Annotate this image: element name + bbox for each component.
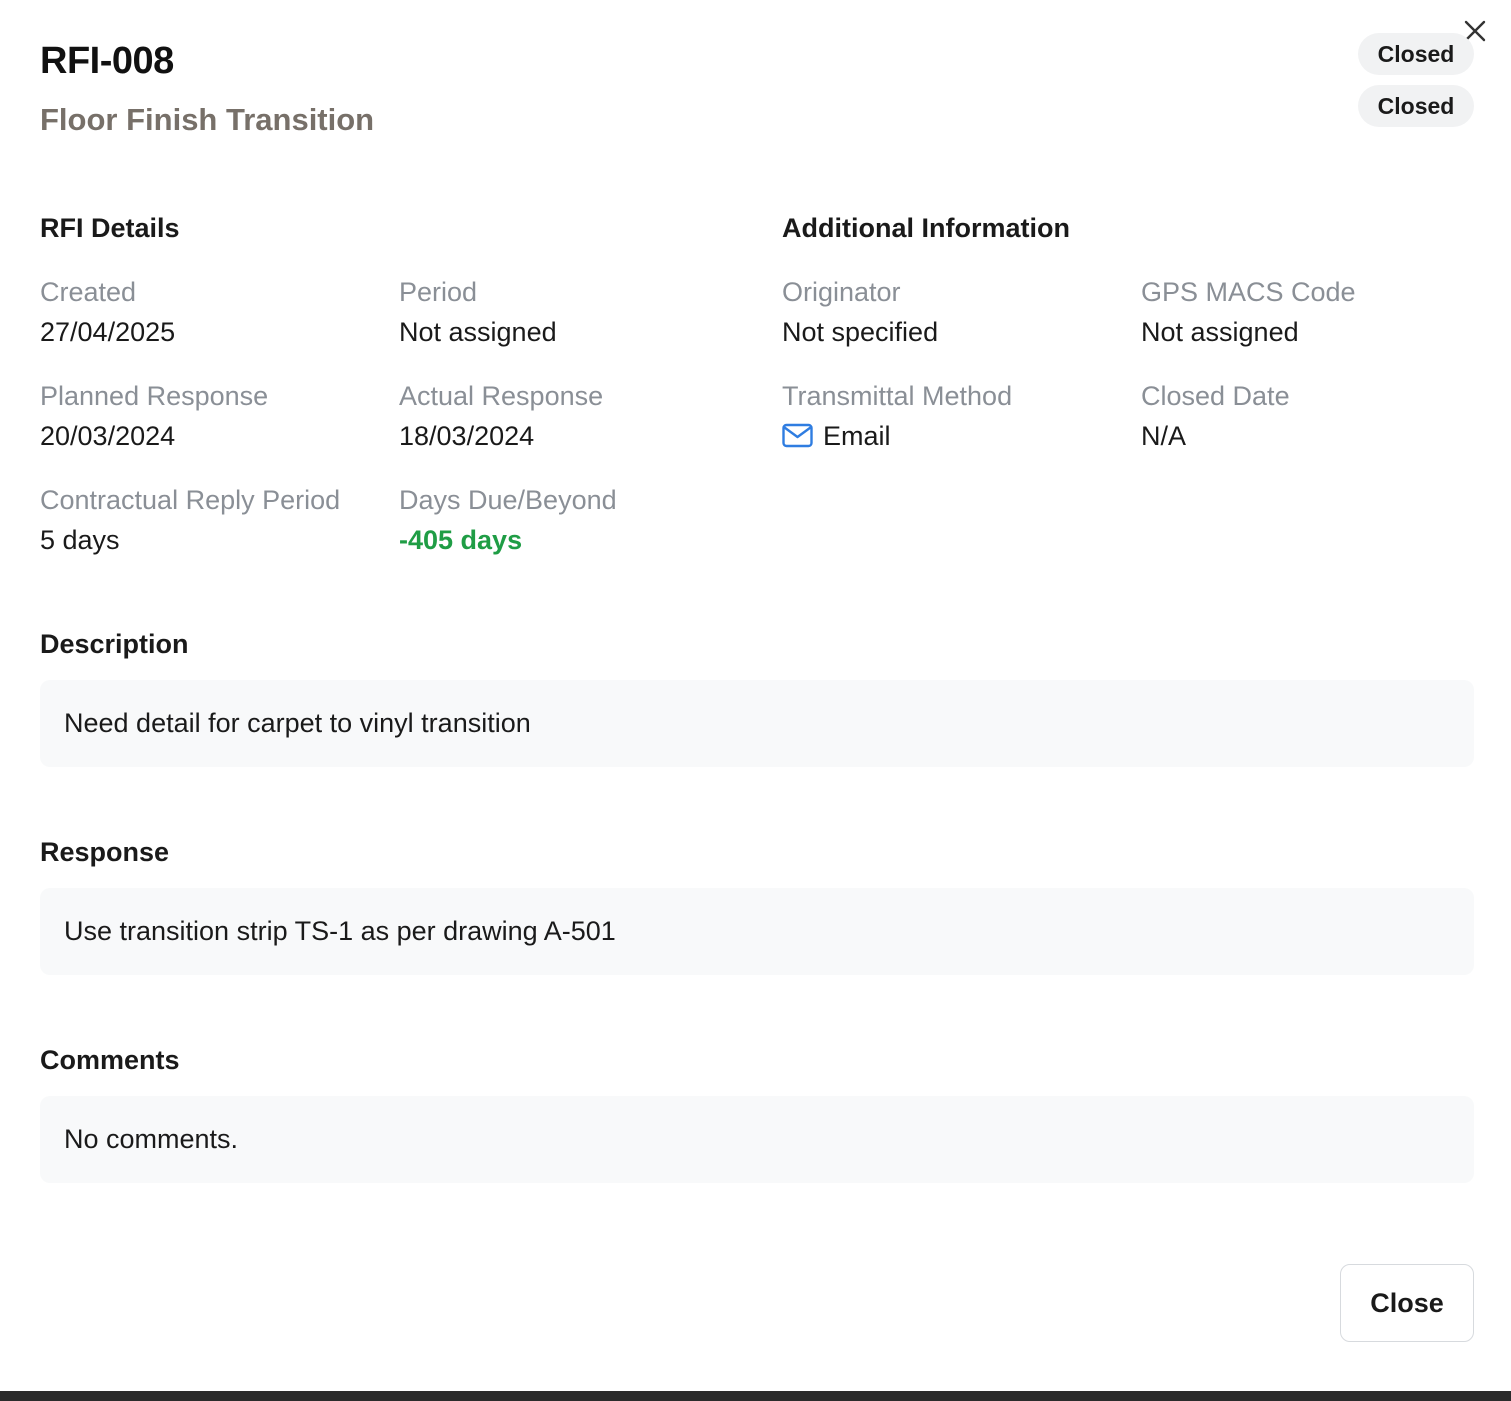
days-due-label: Days Due/Beyond (399, 485, 617, 515)
actual-response-value: 18/03/2024 (399, 421, 535, 451)
response-text: Use transition strip TS-1 as per drawing… (40, 888, 1474, 975)
rfi-number-title: RFI-008 (40, 40, 174, 82)
rfi-subject-subtitle: Floor Finish Transition (40, 102, 375, 137)
transmittal-method-label: Transmittal Method (782, 381, 1013, 411)
additional-information-heading: Additional Information (782, 213, 1070, 243)
comments-heading: Comments (40, 1045, 180, 1075)
days-due-value: -405 days (399, 525, 523, 555)
closed-date-value: N/A (1141, 421, 1187, 451)
created-value: 27/04/2025 (40, 317, 176, 347)
gps-macs-code-value: Not assigned (1141, 317, 1299, 347)
contractual-reply-period-value: 5 days (40, 525, 120, 555)
mail-icon (782, 423, 813, 448)
planned-response-label: Planned Response (40, 381, 269, 411)
transmittal-method-value: Email (782, 419, 891, 453)
description-text: Need detail for carpet to vinyl transiti… (40, 680, 1474, 767)
response-heading: Response (40, 837, 170, 867)
rfi-detail-modal: RFI-008 Floor Finish Transition Closed C… (0, 0, 1511, 1391)
description-heading: Description (40, 629, 189, 659)
originator-value: Not specified (782, 317, 939, 347)
gps-macs-code-label: GPS MACS Code (1141, 277, 1356, 307)
created-label: Created (40, 277, 137, 307)
period-label: Period (399, 277, 478, 307)
actual-response-label: Actual Response (399, 381, 604, 411)
status-badge: Closed (1358, 33, 1474, 75)
rfi-details-heading: RFI Details (40, 213, 180, 243)
closed-date-label: Closed Date (1141, 381, 1290, 411)
originator-label: Originator (782, 277, 901, 307)
close-button[interactable]: Close (1340, 1264, 1474, 1342)
planned-response-value: 20/03/2024 (40, 421, 176, 451)
contractual-reply-period-label: Contractual Reply Period (40, 485, 341, 515)
status-badge: Closed (1358, 85, 1474, 127)
period-value: Not assigned (399, 317, 557, 347)
transmittal-method-text: Email (823, 421, 891, 451)
comments-text: No comments. (40, 1096, 1474, 1183)
